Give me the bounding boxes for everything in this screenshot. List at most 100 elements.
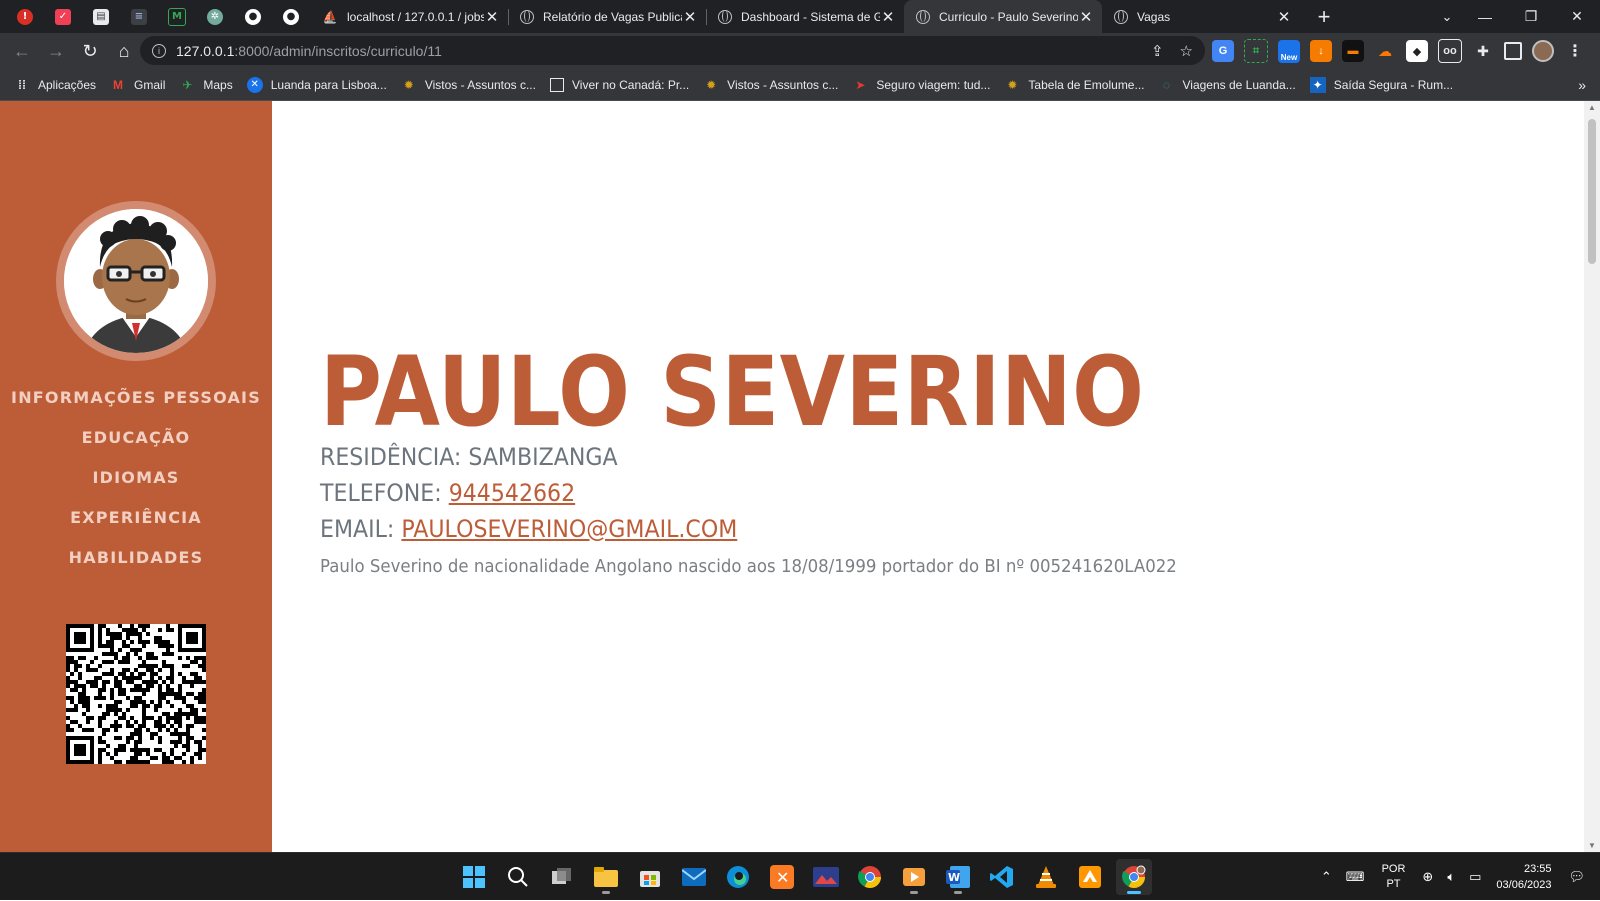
phone-link[interactable]: 944542662 bbox=[449, 479, 575, 507]
pinned-tab-3[interactable]: ▤ bbox=[82, 0, 120, 33]
tab-relatorio[interactable]: Relatório de Vagas Publicadas ✕ bbox=[508, 0, 706, 33]
player-icon[interactable] bbox=[896, 859, 932, 895]
photos-icon[interactable] bbox=[808, 859, 844, 895]
chrome-profile-icon[interactable] bbox=[1116, 859, 1152, 895]
back-arrow-icon[interactable]: ← bbox=[6, 35, 38, 67]
apps-grid-icon: ⁞⁞ bbox=[18, 77, 26, 92]
menu-kebab-icon[interactable]: ⋮ bbox=[1564, 40, 1586, 62]
close-icon[interactable]: ✕ bbox=[880, 8, 896, 26]
page-scrollbar[interactable]: ▲ ▼ bbox=[1584, 101, 1600, 852]
resume-nav: INFORMAÇÕES PESSOAIS EDUCAÇÃO IDIOMAS EX… bbox=[0, 378, 272, 578]
nav-idiomas[interactable]: IDIOMAS bbox=[0, 458, 272, 498]
keyboard-icon[interactable]: ⌨ bbox=[1346, 869, 1365, 885]
screenshot-extension-icon[interactable]: ⌗ bbox=[1244, 39, 1268, 63]
new-tab-button[interactable]: + bbox=[1308, 4, 1340, 30]
scroll-down-icon[interactable]: ▼ bbox=[1588, 841, 1596, 850]
pinned-tab-1[interactable]: ! bbox=[6, 0, 44, 33]
bookmark-apps[interactable]: ⁞⁞ Aplicações bbox=[14, 77, 96, 93]
bookmark-canada[interactable]: Viver no Canadá: Pr... bbox=[549, 77, 689, 92]
nav-experiencia[interactable]: EXPERIÊNCIA bbox=[0, 498, 272, 538]
store-icon[interactable] bbox=[632, 859, 668, 895]
download-extension-icon[interactable]: ↓ bbox=[1310, 40, 1332, 62]
word-icon[interactable]: W bbox=[940, 859, 976, 895]
bookmark-star-icon[interactable]: ☆ bbox=[1180, 42, 1193, 60]
residence-label: RESIDÊNCIA: bbox=[320, 443, 462, 471]
side-panel-icon[interactable] bbox=[1504, 42, 1522, 60]
restore-button[interactable]: ❐ bbox=[1508, 0, 1554, 33]
globe-icon bbox=[916, 9, 930, 24]
email-link[interactable]: PAULOSEVERINO@GMAIL.COM bbox=[401, 515, 737, 543]
close-window-button[interactable]: ✕ bbox=[1554, 0, 1600, 33]
clock[interactable]: 23:55 03/06/2023 bbox=[1496, 861, 1551, 893]
bookmark-vistos-2[interactable]: ✹ Vistos - Assuntos c... bbox=[703, 77, 838, 93]
nav-habilidades[interactable]: HABILIDADES bbox=[0, 538, 272, 578]
more-bookmarks-icon[interactable]: » bbox=[1578, 77, 1586, 93]
vlc-icon[interactable] bbox=[1028, 859, 1064, 895]
bookmark-tabela[interactable]: ✹ Tabela de Emolume... bbox=[1004, 77, 1144, 93]
tab-search-chevron-icon[interactable]: ⌄ bbox=[1432, 0, 1462, 33]
bookmark-viagens[interactable]: ◌ Viagens de Luanda... bbox=[1158, 77, 1296, 93]
profile-photo bbox=[64, 209, 208, 353]
notifications-icon[interactable]: 💬︎ bbox=[1568, 869, 1585, 885]
flight-icon: ✕ bbox=[246, 76, 263, 93]
vr-extension-icon[interactable]: oo bbox=[1438, 39, 1462, 63]
close-icon[interactable]: ✕ bbox=[682, 8, 698, 26]
avatar[interactable] bbox=[1532, 40, 1554, 62]
translate-extension-icon[interactable]: G bbox=[1212, 40, 1234, 62]
cube-extension-icon[interactable]: ◆ bbox=[1406, 40, 1428, 62]
mail-icon[interactable] bbox=[676, 859, 712, 895]
battery-icon[interactable]: ▭ bbox=[1469, 869, 1481, 885]
windows-start-icon[interactable] bbox=[456, 859, 492, 895]
close-icon[interactable]: ✕ bbox=[1276, 8, 1292, 26]
tab-title: localhost / 127.0.0.1 / jobs bbox=[347, 9, 484, 24]
bookmarks-bar: ⁞⁞ Aplicações M Gmail ✈ Maps ✕ Luanda para L… bbox=[0, 69, 1600, 101]
soundcloud-extension-icon[interactable]: ☁ bbox=[1374, 40, 1396, 62]
pinned-tab-7[interactable]: ● bbox=[234, 0, 272, 33]
address-bar[interactable]: i 127.0.0.1:8000/admin/inscritos/curricu… bbox=[140, 36, 1205, 65]
home-icon[interactable]: ⌂ bbox=[108, 35, 140, 67]
tab-curriculo[interactable]: Curriculo - Paulo Severino ✕ bbox=[904, 0, 1102, 33]
close-icon[interactable]: ✕ bbox=[1078, 8, 1094, 26]
search-icon[interactable] bbox=[500, 859, 536, 895]
bookmark-vistos-1[interactable]: ✹ Vistos - Assuntos c... bbox=[401, 77, 536, 93]
nav-educacao[interactable]: EDUCAÇÃO bbox=[0, 418, 272, 458]
xampp-icon[interactable]: ✕ bbox=[764, 859, 800, 895]
tab-vagas[interactable]: Vagas ✕ bbox=[1102, 0, 1300, 33]
vscode-icon[interactable] bbox=[984, 859, 1020, 895]
volume-icon[interactable]: 🔈︎ bbox=[1447, 869, 1455, 885]
tray-overflow-chevron-icon[interactable]: ⌃ bbox=[1321, 869, 1332, 885]
minimize-button[interactable]: — bbox=[1462, 0, 1508, 33]
pinned-tab-4[interactable]: ≡ bbox=[120, 0, 158, 33]
new-extension-icon[interactable]: New bbox=[1278, 39, 1300, 63]
media-extension-icon[interactable]: ▬ bbox=[1342, 40, 1364, 62]
bookmark-gmail[interactable]: M Gmail bbox=[110, 77, 165, 93]
chrome-icon[interactable] bbox=[852, 859, 888, 895]
pinned-tab-2[interactable]: ✓ bbox=[44, 0, 82, 33]
share-icon[interactable]: ⇪ bbox=[1151, 42, 1164, 60]
file-explorer-icon[interactable] bbox=[588, 859, 624, 895]
edge-icon[interactable] bbox=[720, 859, 756, 895]
pinned-tab-8[interactable]: ● bbox=[272, 0, 310, 33]
tab-phpmyadmin[interactable]: ⛵ localhost / 127.0.0.1 / jobs ✕ bbox=[310, 0, 508, 33]
scroll-up-icon[interactable]: ▲ bbox=[1588, 103, 1596, 112]
task-view-icon[interactable] bbox=[544, 859, 580, 895]
pinned-tab-5[interactable]: M bbox=[158, 0, 196, 33]
nav-informacoes-pessoais[interactable]: INFORMAÇÕES PESSOAIS bbox=[0, 378, 272, 418]
puzzle-icon[interactable]: ✚ bbox=[1472, 40, 1494, 62]
tab-dashboard[interactable]: Dashboard - Sistema de Gestão ✕ bbox=[706, 0, 904, 33]
reload-icon[interactable]: ↻ bbox=[74, 35, 106, 67]
language-indicator[interactable]: POR PT bbox=[1382, 862, 1406, 892]
bookmark-saida-segura[interactable]: ✦ Saída Segura - Rum... bbox=[1309, 76, 1453, 93]
resume-sidebar: INFORMAÇÕES PESSOAIS EDUCAÇÃO IDIOMAS EX… bbox=[0, 101, 272, 852]
bookmark-maps[interactable]: ✈ Maps bbox=[179, 77, 232, 93]
forward-arrow-icon[interactable]: → bbox=[40, 35, 72, 67]
pinned-tab-6[interactable]: ✲ bbox=[196, 0, 234, 33]
bookmark-luanda-lisboa[interactable]: ✕ Luanda para Lisboa... bbox=[246, 76, 387, 93]
bookmark-seguro[interactable]: ➤ Seguro viagem: tud... bbox=[852, 77, 990, 93]
scrollbar-thumb[interactable] bbox=[1588, 119, 1596, 264]
url-text[interactable]: 127.0.0.1:8000/admin/inscritos/curriculo… bbox=[176, 43, 442, 59]
network-icon[interactable]: ⊕ bbox=[1422, 869, 1433, 885]
sublime-icon[interactable] bbox=[1072, 859, 1108, 895]
site-info-icon[interactable]: i bbox=[152, 43, 166, 58]
close-icon[interactable]: ✕ bbox=[484, 8, 500, 26]
